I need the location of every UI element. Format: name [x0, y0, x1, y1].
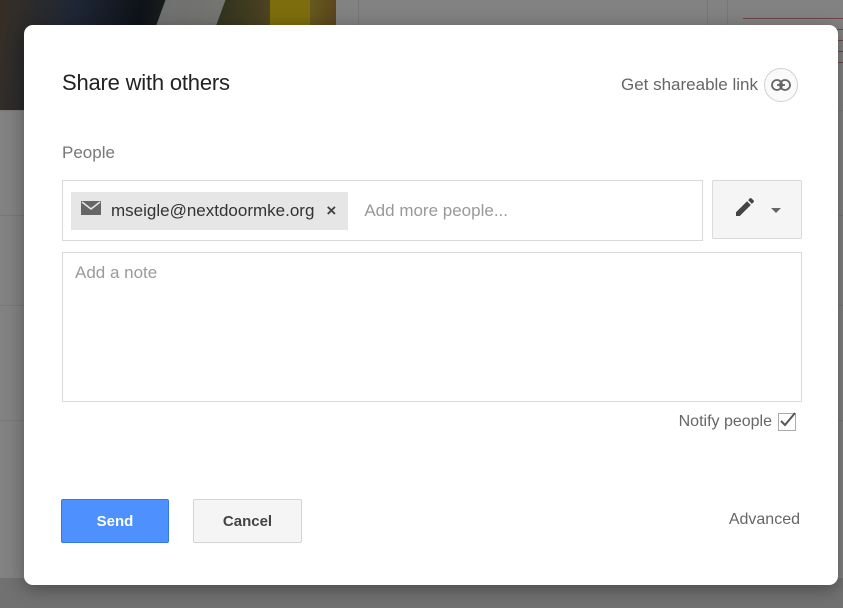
notify-people-option[interactable]: Notify people [678, 412, 796, 431]
close-icon[interactable]: × [326, 201, 336, 221]
recipient-email: mseigle@nextdoormke.org [111, 200, 315, 220]
dialog-title: Share with others [62, 70, 230, 95]
notify-people-checkbox[interactable] [778, 412, 796, 431]
people-input-box[interactable]: mseigle@nextdoormke.org × [62, 180, 703, 241]
people-label: People [62, 143, 115, 162]
cancel-button[interactable]: Cancel [193, 499, 302, 543]
link-icon[interactable] [764, 68, 798, 102]
note-textarea[interactable] [62, 252, 802, 402]
permission-dropdown-button[interactable] [712, 180, 802, 239]
notify-people-label: Notify people [678, 413, 772, 430]
checkmark-icon [780, 412, 796, 427]
send-button[interactable]: Send [61, 499, 169, 543]
advanced-link[interactable]: Advanced [729, 511, 800, 529]
recipient-chip[interactable]: mseigle@nextdoormke.org × [71, 191, 349, 230]
share-dialog: Share with others Get shareable link Peo… [24, 25, 838, 585]
chevron-down-icon [771, 201, 781, 219]
mail-icon [81, 201, 101, 220]
add-people-input[interactable] [364, 195, 625, 226]
get-shareable-link-button[interactable]: Get shareable link [621, 68, 798, 102]
shareable-link-label: Get shareable link [620, 75, 758, 94]
pencil-icon [733, 195, 757, 224]
